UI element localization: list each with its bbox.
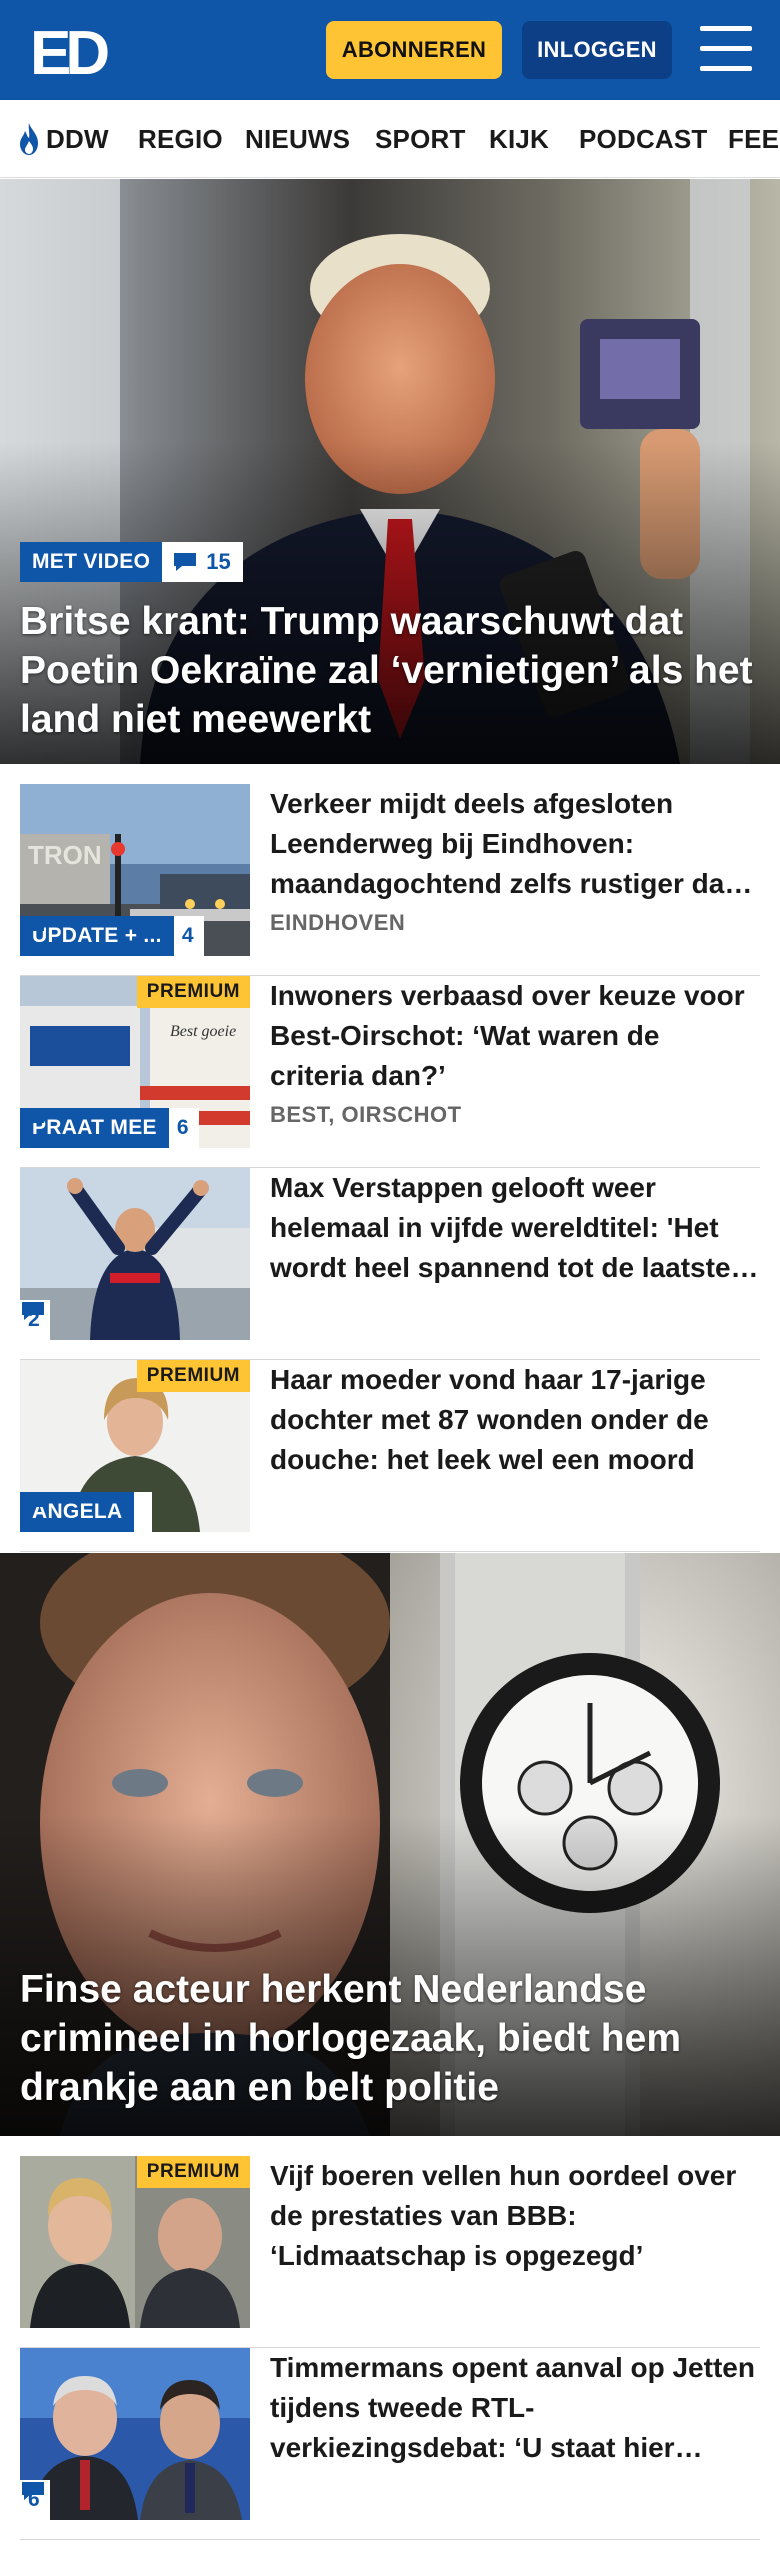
article-location: BEST, OIRSCHOT [270,1102,462,1127]
nav-item-fee[interactable]: FEE [728,100,779,177]
article-location: EINDHOVEN [270,910,406,935]
article-thumbnail: 2 [20,1168,250,1340]
hamburger-menu-icon[interactable] [700,26,752,72]
comment-count[interactable]: 6 [22,1108,199,1148]
comment-button[interactable] [22,1492,153,1532]
article-headline[interactable]: Verkeer mijdt deels afgesloten Leenderwe… [270,784,760,904]
comment-count-value: 4 [181,924,194,947]
article-headline[interactable]: Haar moeder vond haar 17-jarige dochter … [270,1360,760,1480]
thumbnail-image [20,1168,250,1340]
article-headline[interactable]: Max Verstappen gelooft weer helemaal in … [270,1168,760,1288]
login-button[interactable]: INLOGGEN [522,21,672,79]
hero-headline[interactable]: Finse acteur herkent Nederlandse crimine… [20,1965,760,2112]
thumbnail-tags: 6 [20,2480,50,2520]
article-headline[interactable]: Timmermans opent aanval op Jetten tijden… [270,2348,760,2468]
thumbnail-tags: PRAAT MEE 6 [20,1108,199,1148]
list-item[interactable]: PREMIUM Vijf boeren vellen hun oordeel o… [20,2156,760,2348]
article-headline[interactable]: Inwoners verbaasd over keuze voor Best-O… [270,976,760,1096]
subscribe-button[interactable]: ABONNEREN [326,21,502,79]
thumbnail-tags: ANGELA [20,1492,153,1532]
svg-text:TRON: TRON [28,840,102,870]
nav-item-kijk[interactable]: KIJK [489,100,549,177]
nav-item-regio[interactable]: REGIO [138,100,223,177]
thumbnail-tags: 2 [20,1300,50,1340]
article-thumbnail: PREMIUM [20,2156,250,2328]
comment-bubble-icon [22,1494,44,1512]
nav-item-podcast[interactable]: PODCAST [579,100,708,177]
comment-bubble-icon [174,553,197,571]
section-nav: DDW REGIO NIEUWS SPORT KIJK PODCAST FEE [0,100,780,178]
premium-badge: PREMIUM [136,976,250,1008]
top-header: ED ABONNEREN INLOGGEN [0,0,780,100]
thumbnail-tags: UPDATE + ... 4 [20,916,204,956]
comment-count[interactable]: 4 [22,916,204,956]
thumbnail-image [20,2348,250,2520]
premium-badge: PREMIUM [136,2156,250,2188]
comment-bubble-icon [22,918,44,936]
nav-item-ddw[interactable]: DDW [16,100,109,177]
article-thumbnail: 6 [20,2348,250,2520]
hero-headline[interactable]: Britse krant: Trump waarschuwt dat Poeti… [20,597,760,744]
hero-article-watch[interactable]: Finse acteur herkent Nederlandse crimine… [0,1553,780,2136]
nav-item-nieuws[interactable]: NIEUWS [245,100,350,177]
ed-logo[interactable]: ED [28,18,118,82]
comment-bubble-icon [22,1302,44,1320]
comment-bubble-icon [22,1110,44,1128]
comment-count-value: 15 [206,549,231,574]
list-item[interactable]: 2 Max Verstappen gelooft weer helemaal i… [20,1168,760,1360]
article-thumbnail: PREMIUM ANGELA [20,1360,250,1532]
list-item[interactable]: PREMIUM ANGELA Haar moeder vond haar 17-… [20,1360,760,1552]
list-item[interactable]: 6 Timmermans opent aanval op Jetten tijd… [20,2348,760,2540]
article-thumbnail: Best goeie PREMIUM PRAAT MEE 6 [20,976,250,1148]
premium-badge: PREMIUM [136,1360,250,1392]
comment-count[interactable]: 2 [20,1300,50,1340]
comment-count[interactable]: 15 [162,542,243,582]
article-headline[interactable]: Vijf boeren vellen hun oordeel over de p… [270,2156,760,2276]
nav-item-sport[interactable]: SPORT [375,100,466,177]
hero-badges: MET VIDEO 15 [20,542,243,582]
svg-text:Best goeie: Best goeie [170,1023,236,1040]
comment-count-value: 6 [176,1116,189,1139]
comment-bubble-icon [22,2482,44,2500]
article-thumbnail: TRON UPDATE + ... 4 [20,784,250,956]
logo-text: ED [30,19,108,82]
nav-label: DDW [46,123,109,154]
comment-count[interactable]: 6 [20,2480,50,2520]
video-badge: MET VIDEO [20,542,163,582]
list-item[interactable]: Best goeie PREMIUM PRAAT MEE 6 Inwoners … [20,976,760,1168]
list-item[interactable]: TRON UPDATE + ... 4 Verkeer mijdt deels … [20,784,760,976]
hero-article-trump[interactable]: MET VIDEO 15 Britse krant: Trump waarsch… [0,179,780,764]
flame-icon [20,123,38,155]
